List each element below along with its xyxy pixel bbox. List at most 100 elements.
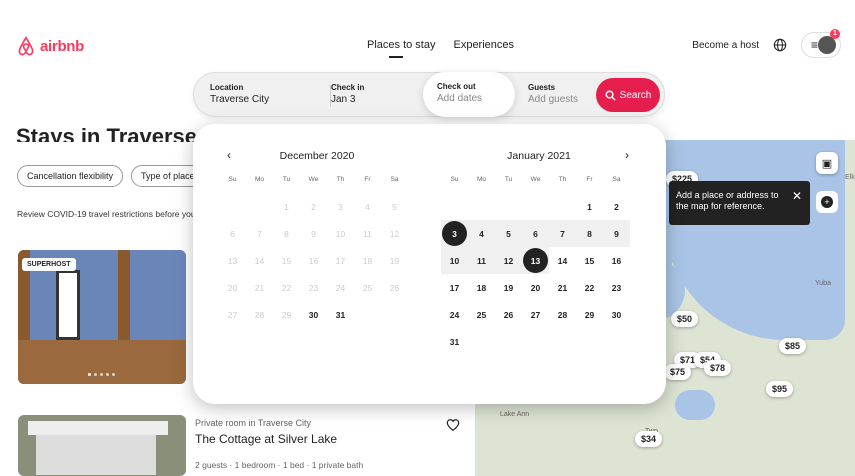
empty-cell [219, 193, 246, 220]
weekday-label: We [530, 176, 541, 183]
search-icon [605, 90, 616, 101]
calendar-day[interactable]: 27 [522, 301, 549, 328]
calendar-day[interactable]: 20 [522, 274, 549, 301]
listing-card[interactable]: Private room in Traverse City The Cottag… [195, 418, 363, 470]
search-button[interactable]: Search [596, 78, 660, 112]
calendar-day[interactable]: 4 [468, 220, 495, 247]
calendar-day[interactable]: 25 [468, 301, 495, 328]
month-january-2021: January 2021 Su Mo Tu We Th Fr Sa 1 2 3 4 5 6 7 8 9 10 1… [441, 150, 637, 355]
calendar-day[interactable]: 12 [495, 247, 522, 274]
price-marker[interactable]: $78 [704, 360, 732, 376]
map-label: Lake Ann [500, 411, 530, 418]
calendar-day[interactable]: 24 [441, 301, 468, 328]
month-title: December 2020 [279, 150, 355, 162]
weekday-label: Th [336, 176, 345, 183]
calendar-day: 8 [284, 228, 289, 239]
calendar-day[interactable]: 15 [576, 247, 603, 274]
calendar-day: 9 [311, 228, 316, 239]
calendar-day[interactable]: 23 [603, 274, 630, 301]
photo-detail [36, 435, 156, 475]
checkin-label: Check in [331, 83, 365, 92]
listing-name: The Cottage at Silver Lake [195, 432, 338, 446]
calendar-day[interactable]: 2 [603, 193, 630, 220]
calendar-day[interactable]: 5 [495, 220, 522, 247]
calendar-day: 18 [362, 255, 373, 266]
weekday-header: Su Mo Tu We Th Fr Sa [219, 176, 415, 183]
weekday-label: Fr [364, 176, 371, 183]
calendar-day[interactable]: 10 [441, 247, 468, 274]
airbnb-logo[interactable]: airbnb [16, 35, 84, 57]
main-nav: Places to stay Experiences [367, 39, 514, 58]
photo-carousel-dots[interactable] [88, 373, 115, 376]
calendar-day[interactable]: 7 [549, 220, 576, 247]
add-place-button[interactable]: + [816, 191, 838, 213]
calendar-day[interactable]: 30 [300, 301, 327, 328]
calendar-day[interactable]: 9 [603, 220, 630, 247]
calendar-day[interactable]: 22 [576, 274, 603, 301]
calendar-day: 22 [281, 282, 292, 293]
filter-cancellation[interactable]: Cancellation flexibility [17, 165, 124, 187]
calendar-day[interactable]: 18 [468, 274, 495, 301]
dot [88, 373, 91, 376]
calendar-day[interactable]: 6 [522, 220, 549, 247]
tab-experiences[interactable]: Experiences [453, 39, 514, 51]
calendar-day[interactable]: 19 [495, 274, 522, 301]
calendar-day[interactable]: 31 [441, 328, 468, 355]
calendar-day: 21 [254, 282, 265, 293]
globe-icon[interactable] [773, 38, 787, 52]
heart-icon[interactable] [446, 418, 460, 432]
calendar-day[interactable]: 31 [327, 301, 354, 328]
calendar-day[interactable]: 26 [495, 301, 522, 328]
empty-cell [549, 193, 576, 220]
checkin-field[interactable]: Check in Jan 3 [331, 73, 426, 118]
become-host-link[interactable]: Become a host [692, 40, 759, 51]
empty-cell [522, 193, 549, 220]
calendar-day[interactable]: 1 [576, 193, 603, 220]
calendar-day: 6 [230, 228, 235, 239]
user-menu-button[interactable]: ≡ 1 [801, 29, 841, 58]
calendar-day: 20 [227, 282, 238, 293]
empty-cell [246, 193, 273, 220]
airbnb-logo-icon [18, 36, 34, 56]
checkout-field[interactable]: Check out Add dates [423, 72, 515, 117]
price-marker[interactable]: $50 [671, 311, 699, 327]
calendar-day[interactable]: 8 [576, 220, 603, 247]
calendar-day: 14 [254, 255, 265, 266]
empty-cell [495, 193, 522, 220]
photo-detail [28, 421, 168, 435]
tab-places-to-stay[interactable]: Places to stay [367, 39, 435, 58]
covid-notice[interactable]: Review COVID-19 travel restrictions befo… [17, 209, 193, 219]
calendar-day: 1 [284, 201, 289, 212]
transit-icon[interactable]: ▣ [816, 152, 838, 174]
location-field[interactable]: Location Traverse City [210, 73, 330, 118]
calendar-day[interactable]: 21 [549, 274, 576, 301]
checkout-placeholder: Add dates [437, 93, 483, 104]
calendar-day[interactable]: 17 [441, 274, 468, 301]
close-icon[interactable]: ✕ [792, 190, 802, 202]
calendar-day: 25 [362, 282, 373, 293]
notification-badge: 1 [830, 29, 840, 39]
calendar-day[interactable]: 16 [603, 247, 630, 274]
calendar-day: 27 [227, 309, 238, 320]
calendar-day[interactable]: 29 [576, 301, 603, 328]
calendar-day[interactable]: 14 [549, 247, 576, 274]
price-marker[interactable]: $34 [635, 431, 663, 447]
day-grid: 1 2 3 4 5 6 7 8 9 10 11 12 13 14 15 16 17 18 19 20 21 22 23 24 2… [219, 193, 415, 328]
price-marker[interactable]: $75 [664, 364, 692, 380]
weekday-label: Mo [254, 176, 265, 183]
calendar-day: 16 [308, 255, 319, 266]
photo-detail [18, 340, 186, 384]
calendar-day[interactable]: 28 [549, 301, 576, 328]
photo-detail [56, 270, 80, 340]
day-grid: 1 2 3 4 5 6 7 8 9 10 11 12 13 14 15 16 17 18 19 20 21 22 23 24 2… [441, 193, 637, 355]
calendar-day[interactable]: 11 [468, 247, 495, 274]
calendar-day[interactable]: 13 [522, 247, 549, 274]
guests-field[interactable]: Guests Add guests [528, 73, 598, 118]
calendar-day[interactable]: 30 [603, 301, 630, 328]
calendar-day[interactable]: 3 [441, 220, 468, 247]
price-marker[interactable]: $85 [779, 338, 807, 354]
weekday-label: Fr [586, 176, 593, 183]
location-value: Traverse City [210, 94, 270, 105]
price-marker[interactable]: $95 [766, 381, 794, 397]
listing-photo[interactable] [18, 415, 186, 476]
